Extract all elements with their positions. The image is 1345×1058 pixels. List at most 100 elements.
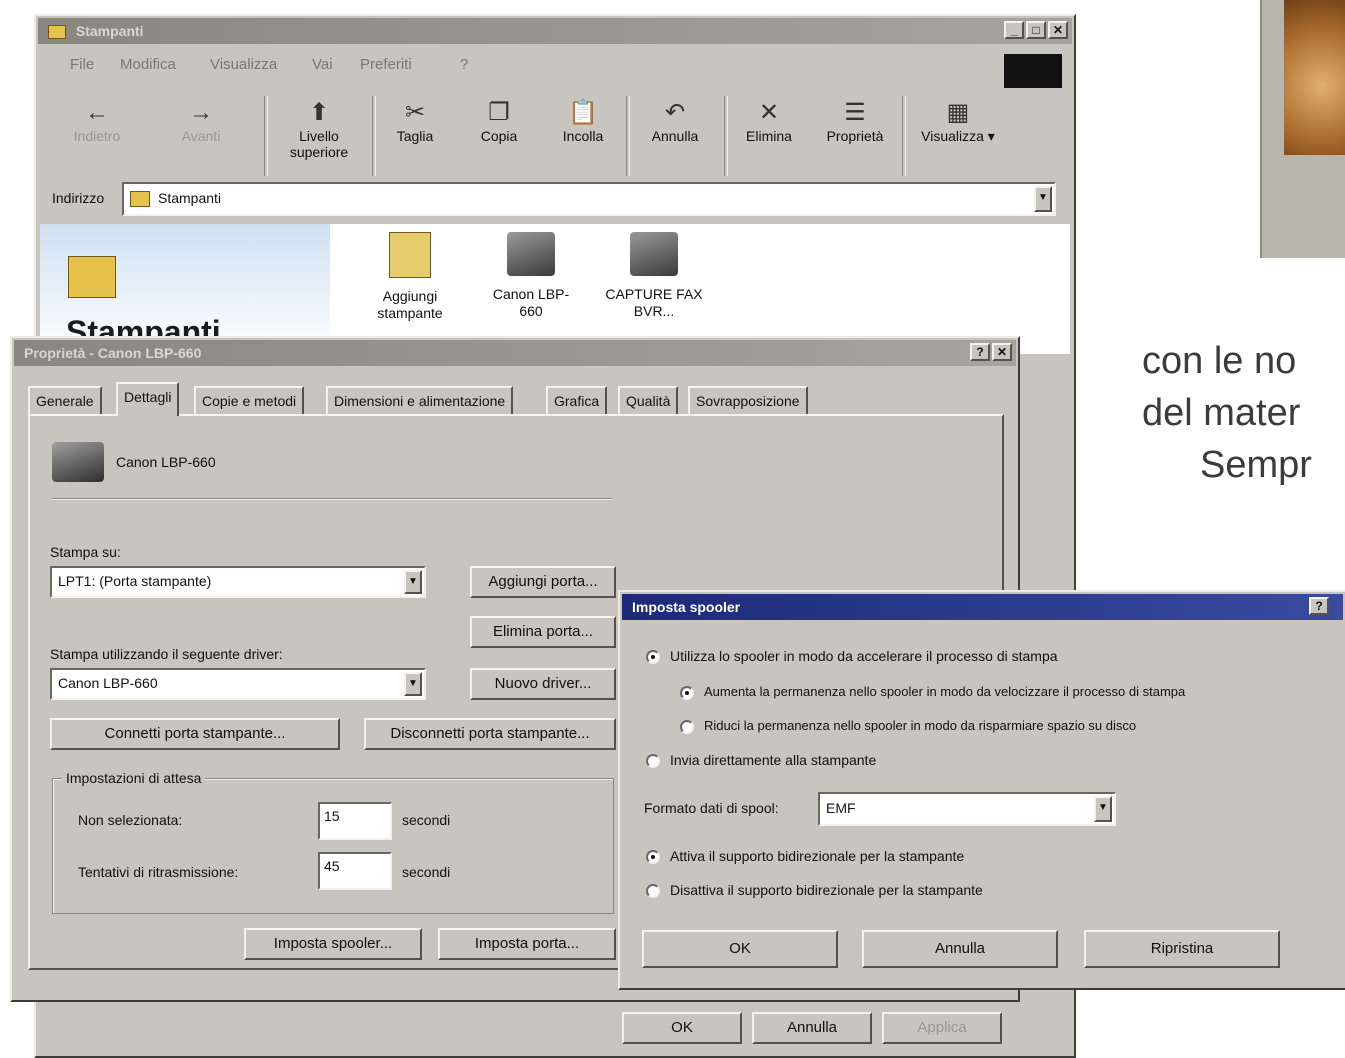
printer-icon	[507, 232, 555, 276]
delete-port-button[interactable]: Elimina porta...	[470, 616, 616, 648]
printer-canon-item[interactable]: Canon LBP-660	[486, 232, 576, 320]
delete-button[interactable]: ✕ Elimina	[734, 98, 804, 144]
up-level-button[interactable]: ⬆ Livello superiore	[276, 98, 362, 160]
less-disk-radio[interactable]	[680, 720, 694, 734]
page-text-line-2: del mater	[1142, 392, 1301, 434]
tab-copie-metodi[interactable]: Copie e metodi	[194, 386, 305, 414]
cut-button[interactable]: ✂ Taglia	[380, 98, 450, 144]
fax-printer-icon	[630, 232, 678, 276]
add-port-button[interactable]: Aggiungi porta...	[470, 566, 616, 598]
copy-button[interactable]: ❐ Copia	[464, 98, 534, 144]
spooler-titlebar[interactable]: Imposta spooler	[622, 594, 1343, 620]
close-button[interactable]: ✕	[992, 343, 1012, 361]
less-disk-option-label[interactable]: Riduci la permanenza nello spooler in mo…	[704, 718, 1136, 733]
cancel-button[interactable]: Annulla	[752, 1012, 872, 1044]
menu-modifica[interactable]: Modifica	[120, 56, 176, 73]
port-select[interactable]: LPT1: (Porta stampante) ▼	[50, 566, 426, 598]
copy-icon: ❐	[488, 99, 510, 126]
not-selected-label: Non selezionata:	[78, 812, 183, 828]
folder-icon	[48, 25, 66, 40]
properties-button[interactable]: ☰ Proprietà	[820, 98, 890, 144]
help-button[interactable]: ?	[1309, 597, 1329, 615]
printers-folder-icon	[68, 256, 116, 298]
close-button[interactable]: ✕	[1048, 21, 1068, 39]
tab-dimensioni[interactable]: Dimensioni e alimentazione	[326, 386, 514, 414]
photo-image	[1284, 0, 1345, 155]
seconds-label: secondi	[402, 812, 451, 828]
toolbar: ← Indietro → Avanti ⬆ Livello superiore …	[44, 92, 1066, 184]
add-printer-item[interactable]: Aggiungi stampante	[370, 232, 450, 322]
driver-select-value: Canon LBP-660	[58, 675, 158, 691]
forward-button[interactable]: → Avanti	[166, 98, 236, 144]
spooler-ok-button[interactable]: OK	[642, 930, 838, 968]
undo-button[interactable]: ↶ Annulla	[640, 98, 710, 144]
bidi-off-label[interactable]: Disattiva il supporto bidirezionale per …	[670, 882, 983, 898]
menu-help[interactable]: ?	[460, 56, 468, 73]
tab-sovrapposizione[interactable]: Sovrapposizione	[688, 386, 808, 414]
chevron-down-icon[interactable]: ▼	[404, 672, 422, 696]
chevron-down-icon[interactable]: ▼	[1034, 186, 1052, 212]
direct-radio[interactable]	[646, 754, 660, 768]
minimize-button[interactable]: _	[1004, 21, 1024, 39]
format-select[interactable]: EMF ▼	[818, 792, 1116, 826]
timeouts-group	[52, 778, 614, 914]
address-field[interactable]: Stampanti ▼	[122, 182, 1056, 216]
properties-title: Proprietà - Canon LBP-660	[24, 345, 202, 361]
faster-option-label[interactable]: Aumenta la permanenza nello spooler in m…	[704, 684, 1185, 699]
photo-thumbnail	[1260, 0, 1345, 258]
menu-bar: File Modifica Visualizza Vai Preferiti ?	[50, 56, 1040, 82]
paste-button[interactable]: 📋 Incolla	[548, 98, 618, 144]
bidi-off-radio[interactable]	[646, 884, 660, 898]
driver-select[interactable]: Canon LBP-660 ▼	[50, 668, 426, 700]
tab-grafica[interactable]: Grafica	[546, 386, 608, 414]
menu-preferiti[interactable]: Preferiti	[360, 56, 412, 73]
chevron-down-icon[interactable]: ▼	[404, 570, 422, 594]
properties-icon: ☰	[844, 99, 866, 126]
menu-vai[interactable]: Vai	[312, 56, 333, 73]
folder-up-icon: ⬆	[308, 99, 330, 126]
view-button[interactable]: ▦ Visualizza ▾	[908, 98, 1008, 144]
view-grid-icon: ▦	[946, 99, 970, 126]
undo-icon: ↶	[664, 99, 686, 126]
explorer-titlebar[interactable]: Stampanti	[38, 18, 1072, 44]
tab-dettagli[interactable]: Dettagli	[116, 382, 180, 416]
spooler-dialog: Imposta spooler ? Utilizza lo spooler in…	[618, 590, 1345, 990]
disconnect-port-button[interactable]: Disconnetti porta stampante...	[364, 718, 616, 750]
tab-qualita[interactable]: Qualità	[618, 386, 679, 414]
add-printer-icon	[389, 232, 431, 278]
retry-label: Tentativi di ritrasmissione:	[78, 864, 239, 880]
maximize-button[interactable]: □	[1026, 21, 1046, 39]
port-select-value: LPT1: (Porta stampante)	[58, 573, 212, 589]
clipboard-icon: 📋	[568, 99, 598, 126]
printer-fax-item[interactable]: CAPTURE FAX BVR...	[604, 232, 704, 320]
ok-button[interactable]: OK	[622, 1012, 742, 1044]
format-label: Formato dati di spool:	[644, 800, 779, 816]
bidi-on-radio[interactable]	[646, 850, 660, 864]
apply-button[interactable]: Applica	[882, 1012, 1002, 1044]
tab-strip: Generale Dettagli Copie e metodi Dimensi…	[28, 382, 1008, 416]
menu-visualizza[interactable]: Visualizza	[210, 56, 277, 73]
menu-file[interactable]: File	[70, 56, 94, 73]
address-label: Indirizzo	[52, 190, 105, 206]
tab-generale[interactable]: Generale	[28, 386, 102, 414]
spool-radio[interactable]	[646, 650, 660, 664]
back-button[interactable]: ← Indietro	[62, 98, 132, 144]
port-settings-button[interactable]: Imposta porta...	[438, 928, 616, 960]
help-button[interactable]: ?	[970, 343, 990, 361]
direct-option-label[interactable]: Invia direttamente alla stampante	[670, 752, 876, 768]
properties-titlebar[interactable]: Proprietà - Canon LBP-660	[14, 340, 1016, 366]
driver-label: Stampa utilizzando il seguente driver:	[50, 646, 283, 662]
connect-port-button[interactable]: Connetti porta stampante...	[50, 718, 340, 750]
new-driver-button[interactable]: Nuovo driver...	[470, 668, 616, 700]
forward-arrow-icon: →	[189, 99, 213, 126]
spooler-cancel-button[interactable]: Annulla	[862, 930, 1058, 968]
bidi-on-label[interactable]: Attiva il supporto bidirezionale per la …	[670, 848, 964, 864]
spooler-restore-button[interactable]: Ripristina	[1084, 930, 1280, 968]
not-selected-input[interactable]: 15	[318, 802, 392, 840]
spooler-settings-button[interactable]: Imposta spooler...	[244, 928, 422, 960]
page-text-line-3: Sempr	[1200, 444, 1312, 486]
retry-input[interactable]: 45	[318, 852, 392, 890]
faster-radio[interactable]	[680, 686, 694, 700]
spool-option-label[interactable]: Utilizza lo spooler in modo da accelerar…	[670, 648, 1058, 664]
chevron-down-icon[interactable]: ▼	[1094, 796, 1112, 822]
